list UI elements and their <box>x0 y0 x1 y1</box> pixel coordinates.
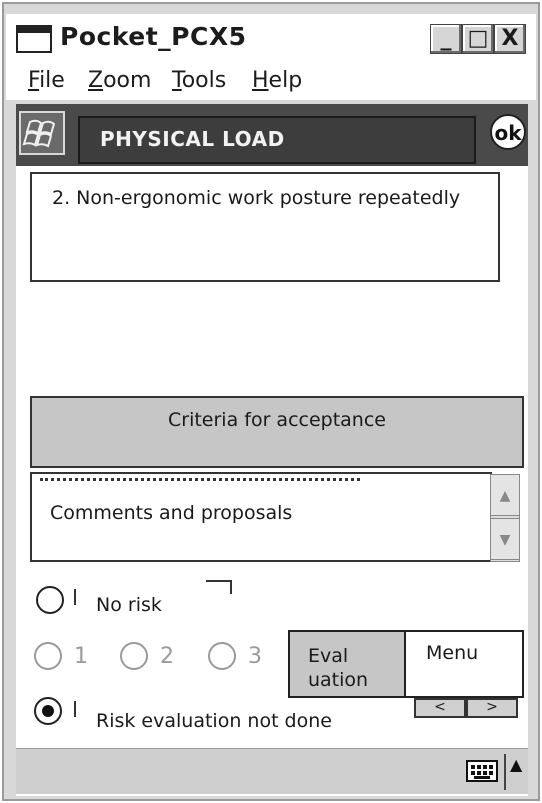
menu-file[interactable]: File <box>28 68 65 93</box>
bottom-bar <box>16 748 528 794</box>
level-3-label: 3 <box>248 644 262 669</box>
clipped-label-fragment <box>206 580 232 582</box>
input-separator <box>504 754 506 790</box>
radio-selected-dot <box>42 705 54 717</box>
menu-zoom[interactable]: Zoom <box>88 68 151 93</box>
menu-button[interactable]: Menu <box>404 630 524 698</box>
page-title: PHYSICAL LOAD <box>100 127 285 151</box>
clipped-label-fragment <box>74 701 76 717</box>
minimize-icon: _ <box>440 26 452 51</box>
menu-help[interactable]: Help <box>252 68 302 93</box>
close-icon: X <box>501 26 519 51</box>
comments-label: Comments and proposals <box>36 496 476 532</box>
no-risk-label: No risk <box>96 594 162 616</box>
next-button[interactable]: > <box>466 698 518 718</box>
clipped-text-line <box>40 478 360 484</box>
radio-level-1[interactable] <box>34 642 62 670</box>
clipped-label-fragment <box>230 580 232 594</box>
windows-start-icon[interactable] <box>18 110 66 156</box>
ok-icon[interactable]: ok <box>490 114 526 150</box>
maximize-icon: □ <box>467 26 489 51</box>
app-window-icon <box>16 25 52 53</box>
not-done-label: Risk evaluation not done <box>80 702 406 744</box>
radio-not-done[interactable] <box>34 697 62 725</box>
prev-button[interactable]: < <box>414 698 466 718</box>
criteria-button[interactable] <box>30 396 524 468</box>
level-2-label: 2 <box>160 644 174 669</box>
keyboard-icon[interactable] <box>466 760 498 782</box>
scroll-up-icon[interactable]: ▲ <box>490 474 520 516</box>
scroll-down-icon[interactable]: ▼ <box>490 518 520 560</box>
menu-tools[interactable]: Tools <box>172 68 226 93</box>
clipped-label-fragment <box>74 589 76 605</box>
close-button[interactable]: X <box>494 24 526 54</box>
chevron-up-icon[interactable]: ▲ <box>510 755 522 774</box>
radio-level-2[interactable] <box>120 642 148 670</box>
maximize-button[interactable]: □ <box>462 24 494 54</box>
window-title: Pocket_PCX5 <box>60 22 247 51</box>
level-1-label: 1 <box>74 644 88 669</box>
minimize-button[interactable]: _ <box>430 24 462 54</box>
radio-no-risk[interactable] <box>36 586 64 614</box>
criteria-button-label: Criteria for acceptance <box>168 409 386 431</box>
evaluation-button[interactable]: Eval uation <box>288 630 406 698</box>
question-text: 2. Non-ergonomic work posture repeatedly <box>52 187 461 209</box>
radio-level-3[interactable] <box>208 642 236 670</box>
